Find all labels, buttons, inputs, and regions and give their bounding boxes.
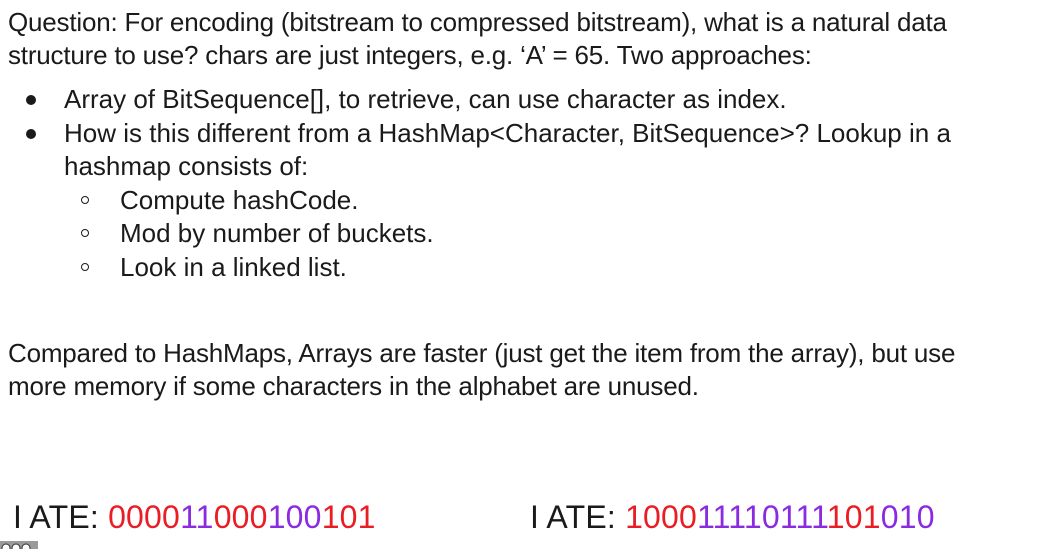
sub-bullet-circle-icon: [81, 262, 89, 271]
encoding-left: I ATE: 000011000100101: [13, 497, 376, 537]
encoding-label: I ATE:: [13, 499, 109, 535]
encoding-label: I ATE:: [530, 499, 626, 535]
sub-bullet-text: Mod by number of buckets.: [120, 218, 434, 248]
license-badge-icon: [0, 541, 38, 549]
bit-segment: 1000: [625, 499, 698, 535]
bullet-list: Array of BitSequence[], to retrieve, can…: [0, 83, 1004, 284]
slide: Question: For encoding (bitstream to com…: [0, 0, 1040, 549]
bullet-text: Array of BitSequence[], to retrieve, can…: [64, 84, 787, 114]
sub-bullet-text: Look in a linked list.: [120, 251, 347, 282]
bit-segment: 010: [880, 499, 935, 535]
sub-bullet-item: Compute hashCode.: [64, 184, 1004, 218]
comparison-text: Compared to HashMaps, Arrays are faster …: [8, 338, 956, 401]
bit-segment: 000: [213, 499, 268, 535]
bullet-dot-icon: [26, 128, 36, 139]
bit-segment: 101: [826, 499, 881, 535]
bit-segment: 100: [267, 499, 322, 535]
sub-bullet-item: Mod by number of buckets.: [64, 217, 1004, 251]
bullet-item: How is this different from a HashMap<Cha…: [0, 117, 1004, 285]
sub-bullet-list: Compute hashCode. Mod by number of bucke…: [64, 184, 1004, 285]
bullet-item: Array of BitSequence[], to retrieve, can…: [0, 83, 1004, 117]
bit-segment: 101: [321, 499, 376, 535]
sub-bullet-circle-icon: [81, 195, 89, 204]
bit-segment: 11110111: [697, 499, 827, 535]
sub-bullet-text: Compute hashCode.: [120, 184, 359, 215]
sub-bullet-circle-icon: [81, 229, 89, 237]
bullet-text: How is this different from a HashMap<Cha…: [64, 117, 951, 182]
sub-bullet-item: Look in a linked list.: [64, 251, 1004, 285]
bullet-dot-icon: [26, 95, 36, 105]
bit-segment: 0000: [108, 499, 181, 535]
bit-segment: 11: [180, 499, 214, 535]
encoding-right: I ATE: 100011110111101010: [530, 497, 935, 537]
question-text: Question: For encoding (bitstream to com…: [8, 7, 947, 70]
